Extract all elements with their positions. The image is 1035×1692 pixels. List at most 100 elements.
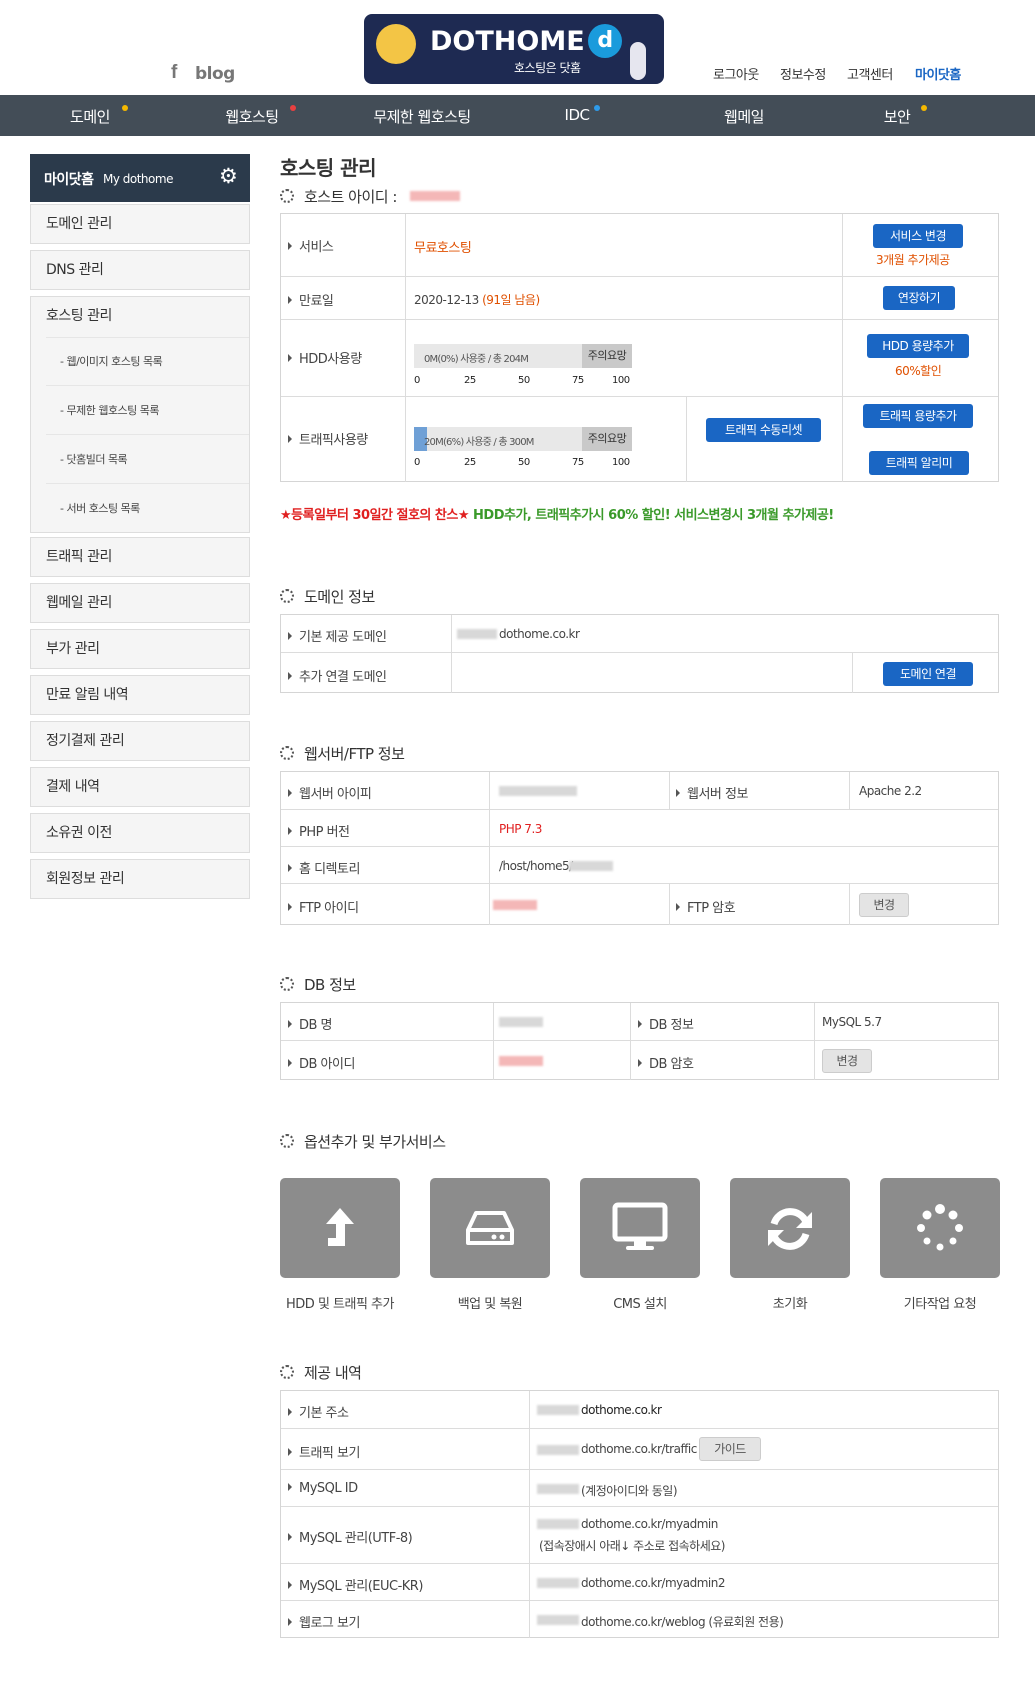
spinner-icon bbox=[280, 1134, 294, 1148]
gear-icon[interactable]: ⚙ bbox=[219, 164, 238, 188]
spinner-icon bbox=[280, 746, 294, 760]
facebook-icon[interactable]: f bbox=[171, 62, 177, 84]
expiry-value: 2020-12-13 (91일 남음) bbox=[414, 293, 540, 307]
sub-item-web-image[interactable]: - 웹/이미지 호스팅 목록 bbox=[60, 353, 263, 369]
domain-table: 기본 제공 도메인 dothome.co.kr 추가 연결 도메인 도메인 연결 bbox=[280, 614, 999, 693]
basic-domain-value: dothome.co.kr bbox=[499, 627, 580, 641]
reset-tile[interactable] bbox=[730, 1178, 850, 1278]
dothome-logo[interactable]: DOTHOME d 호스팅은 닷홈 bbox=[364, 14, 664, 84]
option-label: CMS 설치 bbox=[613, 1297, 667, 1312]
php-value: PHP 7.3 bbox=[499, 822, 542, 836]
promo-green-text: HDD추가, 트래픽추가시 60% 할인! 서비스변경시 3개월 추가제공! bbox=[473, 508, 834, 523]
sidebar-item-webmail[interactable]: 웹메일 관리 bbox=[30, 583, 250, 623]
edit-info-link[interactable]: 정보수정 bbox=[780, 64, 826, 83]
weblog-link[interactable]: dothome.co.kr/weblog (유료회원 전용) bbox=[581, 1613, 784, 1630]
customer-center-link[interactable]: 고객센터 bbox=[847, 64, 893, 83]
blog-link[interactable]: blog bbox=[195, 64, 235, 84]
sidebar-item-traffic[interactable]: 트래픽 관리 bbox=[30, 537, 250, 577]
basic-domain-label: 기본 제공 도메인 bbox=[288, 626, 387, 645]
tick-label: 50 bbox=[518, 457, 530, 468]
my-dothome-link[interactable]: 마이닷홈 bbox=[915, 64, 961, 83]
table-row: DB 명 DB 정보 MySQL 5.7 bbox=[281, 1003, 998, 1040]
home-dir-label: 홈 디렉토리 bbox=[288, 858, 360, 877]
traffic-add-button[interactable]: 트래픽 용량추가 bbox=[863, 404, 973, 428]
myadmin-link[interactable]: dothome.co.kr/myadmin bbox=[581, 1517, 718, 1531]
basic-address-link[interactable]: dothome.co.kr bbox=[581, 1403, 662, 1417]
db-pw-label: DB 암호 bbox=[638, 1053, 694, 1072]
sidebar-header[interactable]: 마이닷홈 My dothome ⚙ bbox=[30, 154, 250, 202]
option-label: HDD 및 트래픽 추가 bbox=[286, 1297, 394, 1312]
option-label: 기타작업 요청 bbox=[903, 1297, 977, 1312]
domain-connect-button[interactable]: 도메인 연결 bbox=[883, 662, 973, 686]
db-info-value: MySQL 5.7 bbox=[822, 1015, 882, 1029]
table-row: 추가 연결 도메인 도메인 연결 bbox=[281, 652, 998, 693]
sidebar-item-addon[interactable]: 부가 관리 bbox=[30, 629, 250, 669]
ftp-change-button[interactable]: 변경 bbox=[859, 893, 909, 917]
upload-arrow-icon bbox=[326, 1208, 354, 1246]
traffic-reset-button[interactable]: 트래픽 수동리셋 bbox=[706, 418, 821, 442]
sidebar-item-domain[interactable]: 도메인 관리 bbox=[30, 204, 250, 244]
sidebar-item-member[interactable]: 회원정보 관리 bbox=[30, 859, 250, 899]
logo-d-icon: d bbox=[588, 24, 622, 58]
tick-label: 100 bbox=[612, 375, 630, 386]
table-row: PHP 버전 PHP 7.3 bbox=[281, 809, 998, 846]
divider bbox=[46, 434, 249, 435]
table-row: DB 아이디 DB 암호 변경 bbox=[281, 1040, 998, 1080]
sub-item-builder[interactable]: - 닷홈빌더 목록 bbox=[60, 451, 263, 467]
ftp-id-label: FTP 아이디 bbox=[288, 897, 359, 916]
nav-security[interactable]: 보안 bbox=[884, 106, 911, 127]
table-row: MySQL 관리(UTF-8) dothome.co.kr/myadmin (접… bbox=[281, 1506, 998, 1563]
hdd-add-button[interactable]: HDD 용량추가 bbox=[867, 334, 969, 358]
main-nav: 도메인 웹호스팅 무제한 웹호스팅 IDC 웹메일 보안 bbox=[0, 95, 1035, 136]
other-request-tile[interactable] bbox=[880, 1178, 1000, 1278]
service-change-button[interactable]: 서비스 변경 bbox=[873, 224, 963, 248]
myadmin2-link[interactable]: dothome.co.kr/myadmin2 bbox=[581, 1576, 726, 1590]
logo-title: DOTHOME bbox=[430, 26, 585, 57]
nav-webmail[interactable]: 웹메일 bbox=[724, 106, 764, 127]
domain-heading: 도메인 정보 bbox=[280, 586, 375, 607]
promo-banner: ★등록일부터 30일간 절호의 찬스★ HDD추가, 트래픽추가시 60% 할인… bbox=[280, 504, 834, 523]
server-info-label: 웹서버 정보 bbox=[676, 783, 748, 802]
nav-domain[interactable]: 도메인 bbox=[70, 106, 110, 127]
monitor-icon bbox=[612, 1202, 668, 1250]
tick-label: 25 bbox=[464, 375, 476, 386]
sidebar-item-ownership[interactable]: 소유권 이전 bbox=[30, 813, 250, 853]
tick-label: 75 bbox=[572, 375, 584, 386]
sidebar-item-payment[interactable]: 결제 내역 bbox=[30, 767, 250, 807]
cms-install-tile[interactable] bbox=[580, 1178, 700, 1278]
backup-restore-tile[interactable] bbox=[430, 1178, 550, 1278]
sidebar-item-autopay[interactable]: 정기결제 관리 bbox=[30, 721, 250, 761]
sub-item-unlimited[interactable]: - 무제한 웹호스팅 목록 bbox=[60, 402, 263, 418]
sidebar-item-dns[interactable]: DNS 관리 bbox=[30, 250, 250, 290]
nav-dot-icon bbox=[122, 105, 128, 111]
spinner-icon bbox=[280, 589, 294, 603]
table-row: 웹로그 보기 dothome.co.kr/weblog (유료회원 전용) bbox=[281, 1600, 998, 1638]
php-label: PHP 버전 bbox=[288, 821, 350, 840]
nav-web-hosting[interactable]: 웹호스팅 bbox=[225, 106, 279, 127]
sidebar-item-label: 호스팅 관리 bbox=[46, 308, 112, 324]
options-heading: 옵션추가 및 부가서비스 bbox=[280, 1131, 446, 1152]
traffic-view-link[interactable]: dothome.co.kr/traffic bbox=[581, 1442, 697, 1456]
sidebar-title: 마이닷홈 bbox=[44, 172, 94, 188]
extend-button[interactable]: 연장하기 bbox=[883, 286, 955, 310]
sidebar-item-expiry[interactable]: 만료 알림 내역 bbox=[30, 675, 250, 715]
logout-link[interactable]: 로그아웃 bbox=[713, 64, 759, 83]
refresh-icon bbox=[768, 1208, 812, 1250]
hard-drive-icon bbox=[466, 1211, 514, 1245]
nav-idc[interactable]: IDC bbox=[565, 106, 590, 124]
db-change-button[interactable]: 변경 bbox=[822, 1049, 872, 1073]
divider bbox=[46, 337, 249, 338]
nav-unlimited-hosting[interactable]: 무제한 웹호스팅 bbox=[373, 106, 471, 127]
webserver-table: 웹서버 아이피 웹서버 정보 Apache 2.2 PHP 버전 PHP 7.3… bbox=[280, 771, 999, 925]
guide-button[interactable]: 가이드 bbox=[699, 1437, 761, 1461]
sub-item-server[interactable]: - 서버 호스팅 목록 bbox=[60, 500, 263, 516]
hdd-warn-zone: 주의요망 bbox=[582, 344, 632, 368]
ftp-pw-label: FTP 암호 bbox=[676, 897, 736, 916]
traffic-alarm-button[interactable]: 트래픽 알리미 bbox=[869, 451, 969, 475]
db-info-label: DB 정보 bbox=[638, 1014, 694, 1033]
spinner-icon bbox=[280, 977, 294, 991]
extra-domain-label: 추가 연결 도메인 bbox=[288, 666, 387, 685]
table-row: 홈 디렉토리 /host/home5/ bbox=[281, 846, 998, 883]
hdd-traffic-add-tile[interactable] bbox=[280, 1178, 400, 1278]
nav-dot-icon bbox=[594, 105, 600, 111]
